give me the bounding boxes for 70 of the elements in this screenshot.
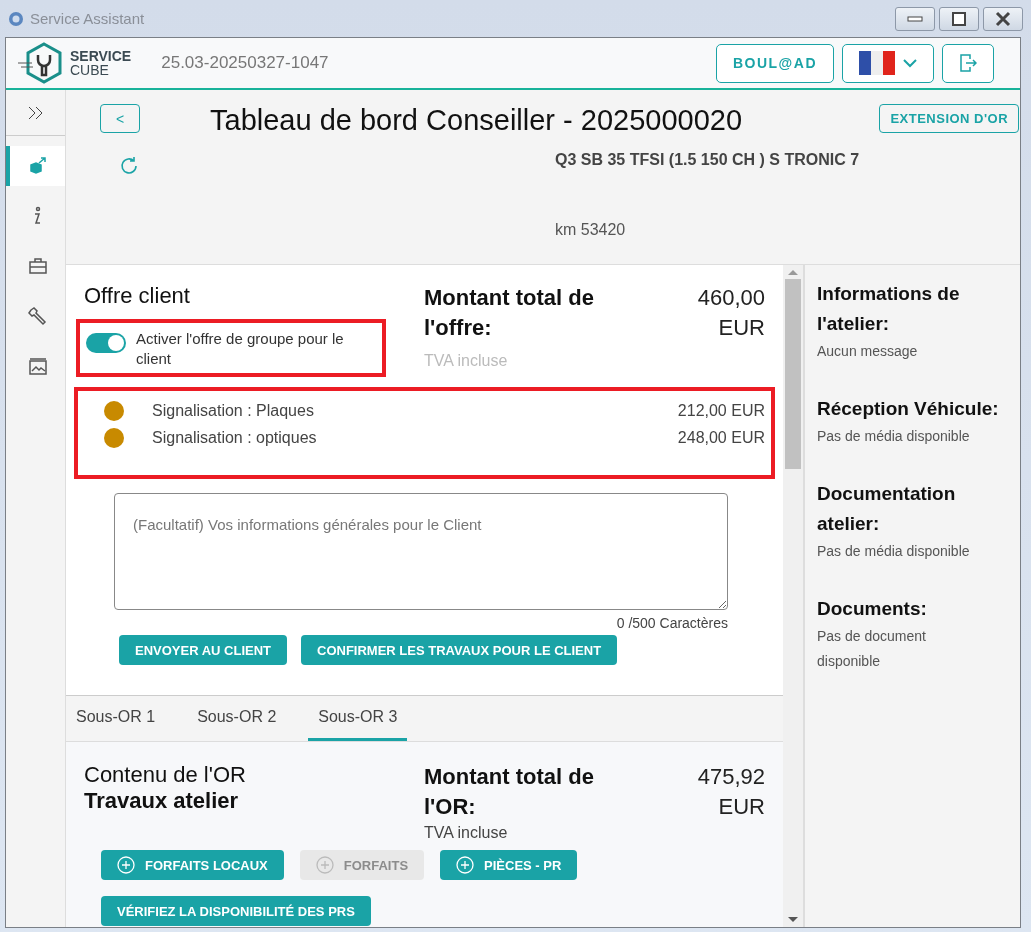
extension-button[interactable]: EXTENSION D'OR [879, 104, 1020, 133]
item-label: Signalisation : Plaques [152, 401, 314, 420]
char-counter: 0 /500 Caractères [615, 615, 728, 631]
logout-icon [959, 53, 977, 73]
mileage-label: km 53420 [555, 221, 626, 239]
toolbox-icon [27, 256, 48, 276]
action-button[interactable]: ENVOYER AU CLIENT [119, 635, 288, 665]
chevron-down-icon [903, 58, 917, 68]
double-chevron-icon [26, 105, 45, 120]
close-icon [995, 10, 1011, 27]
scrollbar-thumb[interactable] [785, 279, 801, 469]
tab[interactable]: Sous-OR 2 [187, 696, 287, 741]
close-button[interactable] [983, 6, 1023, 31]
toggle-label: Activer l'offre de groupe pour le client [136, 329, 345, 369]
version-label: 25.03-20250327-1047 [161, 53, 329, 73]
minimize-icon [907, 15, 923, 22]
cube-arrow-icon [27, 156, 48, 176]
maximize-icon [952, 11, 966, 26]
currency-label: EUR [718, 793, 765, 821]
total-label: Montant total de l'offre: [424, 284, 595, 342]
total-label: Montant total de l'OR: [424, 763, 595, 821]
currency-label: EUR [718, 314, 765, 342]
info-text: Aucun message [817, 342, 919, 361]
add-button[interactable]: PIÈCES - PR [440, 850, 578, 880]
info-title: Documents: [817, 597, 928, 621]
plus-circle-icon [456, 856, 475, 874]
user-button[interactable]: BOUL@AD [715, 43, 834, 83]
vat-label: TVA incluse [424, 352, 509, 371]
logout-button[interactable] [942, 43, 994, 83]
flag-icon [859, 51, 895, 75]
image-icon [27, 356, 48, 376]
logo-text: CUBE [70, 63, 110, 77]
scroll-up-icon[interactable] [788, 269, 798, 275]
section-title: Offre client [84, 283, 191, 309]
app-icon [8, 10, 24, 27]
info-text: Pas de document disponible [817, 627, 927, 671]
total-amount: 475,92 [697, 763, 765, 791]
vehicle-label: Q3 SB 35 TFSI (1.5 150 CH ) S TRONIC 7 [555, 151, 860, 169]
vat-label: TVA incluse [424, 824, 509, 842]
section-subtitle: Travaux atelier [84, 788, 240, 814]
refresh-icon[interactable] [118, 155, 140, 177]
notes-field[interactable]: (Facultatif) Vos informations générales pour le Client [114, 493, 728, 610]
info-icon [32, 206, 43, 226]
info-text: Pas de média disponible [817, 542, 971, 561]
plus-circle-icon [117, 856, 135, 874]
info-title: Réception Véhicule: [817, 397, 1000, 421]
item-amount: 248,00 EUR [677, 428, 765, 447]
section-title: Contenu de l'OR [84, 762, 247, 788]
info-text: Pas de média disponible [817, 427, 971, 446]
back-button[interactable]: < [100, 104, 140, 133]
language-dropdown[interactable] [842, 43, 934, 83]
plus-circle-icon [315, 856, 334, 874]
sidebar-item[interactable] [6, 146, 65, 186]
logo-text: SERVICE [70, 49, 132, 63]
window-title: Service Assistant [30, 10, 145, 27]
tab[interactable]: Sous-OR 1 [66, 696, 166, 741]
wrench-icon [27, 306, 48, 326]
item-label: Signalisation : optiques [152, 428, 317, 447]
total-amount: 460,00 [697, 284, 765, 312]
info-title: Documentation atelier: [817, 482, 957, 536]
add-button[interactable]: VÉRIFIEZ LA DISPONIBILITÉ DES PRS [101, 896, 371, 926]
action-button[interactable]: CONFIRMER LES TRAVAUX POUR LE CLIENT [301, 635, 618, 665]
scrollbar[interactable] [783, 265, 803, 927]
item-amount: 212,00 EUR [677, 401, 765, 420]
maximize-button[interactable] [939, 6, 979, 31]
page-title: Tableau de bord Conseiller - 2025000020 [210, 104, 743, 137]
scroll-down-icon[interactable] [788, 917, 798, 923]
add-button[interactable]: FORFAITS LOCAUX [101, 850, 284, 880]
toggle-switch[interactable] [86, 333, 126, 353]
info-title: Informations de l'atelier: [817, 282, 961, 336]
